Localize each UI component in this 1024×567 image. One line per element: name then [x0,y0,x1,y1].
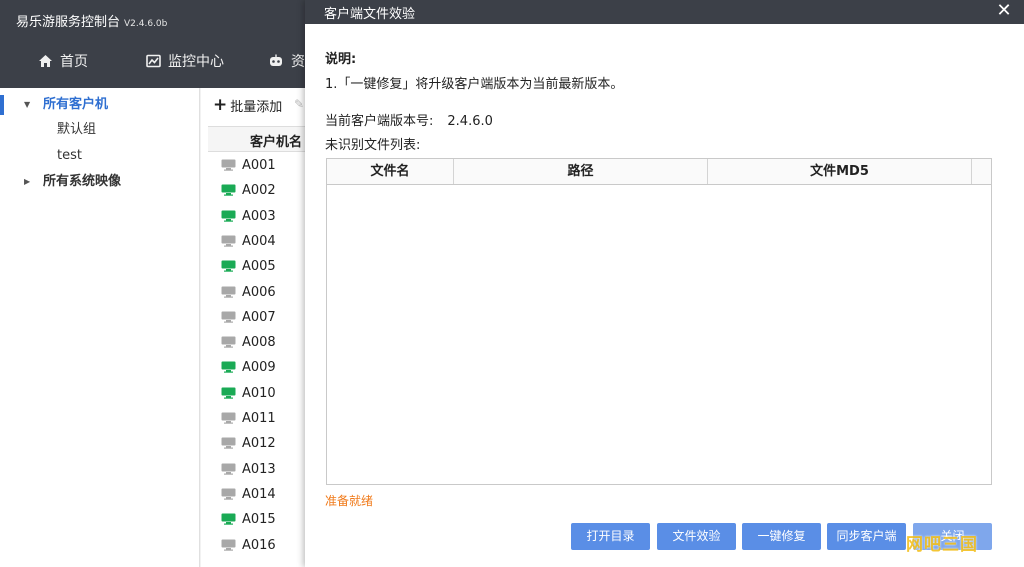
monitor-chart-icon [146,54,161,68]
file-verify-button[interactable]: 文件效验 [657,523,736,550]
pc-monitor-icon [221,286,236,298]
dialog-titlebar: 客户端文件效验 ✕ [305,0,1024,24]
client-version-value: 2.4.6.0 [447,114,493,129]
group-tree: ▼ 所有客户机 默认组 test ▶ 所有系统映像 [0,88,200,567]
pc-monitor-icon [221,235,236,247]
tree-item-default-group[interactable]: 默认组 [57,120,96,140]
client-row[interactable]: A001 [221,156,276,174]
open-directory-button[interactable]: 打开目录 [571,523,650,550]
pc-monitor-icon [221,184,236,196]
dialog-title: 客户端文件效验 [324,7,416,22]
caret-down-icon[interactable]: ▼ [24,95,34,115]
client-name: A015 [242,511,276,527]
batch-add-label: 批量添加 [230,100,283,115]
file-verify-dialog: 客户端文件效验 ✕ 说明: 1.「一键修复」将升级客户端版本为当前最新版本。 当… [305,0,1024,567]
status-text: 准备就绪 [325,494,374,508]
nav-home-label: 首页 [60,54,88,70]
client-name: A006 [242,284,276,300]
client-row[interactable]: A009 [221,358,276,376]
nav-home[interactable]: 首页 [38,50,88,72]
watermark-logo: 网吧三国 [906,535,978,555]
client-row[interactable]: A012 [221,434,276,452]
client-name: A003 [242,208,276,224]
sync-client-button[interactable]: 同步客户端 [827,523,906,550]
pc-monitor-icon [221,412,236,424]
pc-monitor-icon [221,260,236,272]
client-row[interactable]: A013 [221,460,276,478]
client-name: A004 [242,233,276,249]
client-name: A001 [242,157,276,173]
description-heading: 说明: [325,52,357,67]
column-client-name[interactable]: 客户机名 [250,131,302,150]
client-row[interactable]: A007 [221,308,276,326]
close-icon[interactable]: ✕ [994,1,1014,21]
tree-item-all-images[interactable]: 所有系统映像 [43,172,121,192]
caret-right-icon[interactable]: ▶ [24,172,34,192]
pc-monitor-icon [221,488,236,500]
client-row[interactable]: A008 [221,333,276,351]
client-row[interactable]: A014 [221,485,276,503]
client-row[interactable]: A016 [221,536,276,554]
client-row[interactable]: A004 [221,232,276,250]
pc-monitor-icon [221,210,236,222]
pc-monitor-icon [221,361,236,373]
pc-monitor-icon [221,159,236,171]
pc-monitor-icon [221,387,236,399]
client-name: A010 [242,385,276,401]
client-list-header: 客户机名 [208,126,311,152]
client-row[interactable]: A010 [221,384,276,402]
pc-monitor-icon [221,437,236,449]
column-file-md5[interactable]: 文件MD5 [708,159,972,184]
client-name: A014 [242,486,276,502]
client-name: A011 [242,410,276,426]
client-name: A008 [242,334,276,350]
unrecognized-files-label: 未识别文件列表: [325,138,421,153]
client-name: A012 [242,435,276,451]
client-row[interactable]: A002 [221,181,276,199]
home-icon [39,55,52,67]
client-row[interactable]: A005 [221,257,276,275]
app-version: V2.4.6.0b [124,19,168,29]
client-row[interactable]: A015 [221,510,276,528]
client-name: A007 [242,309,276,325]
client-version-row: 当前客户端版本号: 2.4.6.0 [325,110,493,129]
robot-icon [270,54,282,66]
client-row[interactable]: A003 [221,207,276,225]
nav-resources-label: 资 [291,54,305,70]
client-name: A005 [242,258,276,274]
tree-selection-bar [0,95,4,115]
nav-monitor[interactable]: 监控中心 [146,50,224,72]
pc-monitor-icon [221,311,236,323]
tree-item-all-clients[interactable]: 所有客户机 [43,95,108,115]
client-row[interactable]: A011 [221,409,276,427]
column-file-name[interactable]: 文件名 [327,159,454,184]
plus-icon: + [213,95,228,115]
client-name: A013 [242,461,276,477]
client-name: A009 [242,359,276,375]
description-line: 1.「一键修复」将升级客户端版本为当前最新版本。 [325,77,624,92]
nav-monitor-label: 监控中心 [168,54,224,70]
tree-item-test[interactable]: test [57,146,82,166]
client-name: A016 [242,537,276,553]
pc-monitor-icon [221,336,236,348]
column-filler [972,159,991,184]
client-list-panel: + 批量添加 ✎ 客户机名 A001 A002 A003 A004 A005 A006 A0… [201,88,311,567]
client-row[interactable]: A006 [221,283,276,301]
column-path[interactable]: 路径 [454,159,708,184]
one-click-repair-button[interactable]: 一键修复 [742,523,821,550]
nav-resources[interactable]: 资 [268,50,305,72]
app-title: 易乐游服务控制台 V2.4.6.0b [16,11,167,30]
pc-monitor-icon [221,463,236,475]
pc-monitor-icon [221,513,236,525]
pc-monitor-icon [221,539,236,551]
edit-icon[interactable]: ✎ [294,97,304,111]
client-name: A002 [242,182,276,198]
batch-add-button[interactable]: + 批量添加 [213,95,283,116]
app-title-text: 易乐游服务控制台 [16,15,121,30]
unrecognized-files-table[interactable]: 文件名 路径 文件MD5 [326,158,992,485]
client-version-label: 当前客户端版本号: [325,114,434,129]
file-table-header: 文件名 路径 文件MD5 [327,159,991,185]
